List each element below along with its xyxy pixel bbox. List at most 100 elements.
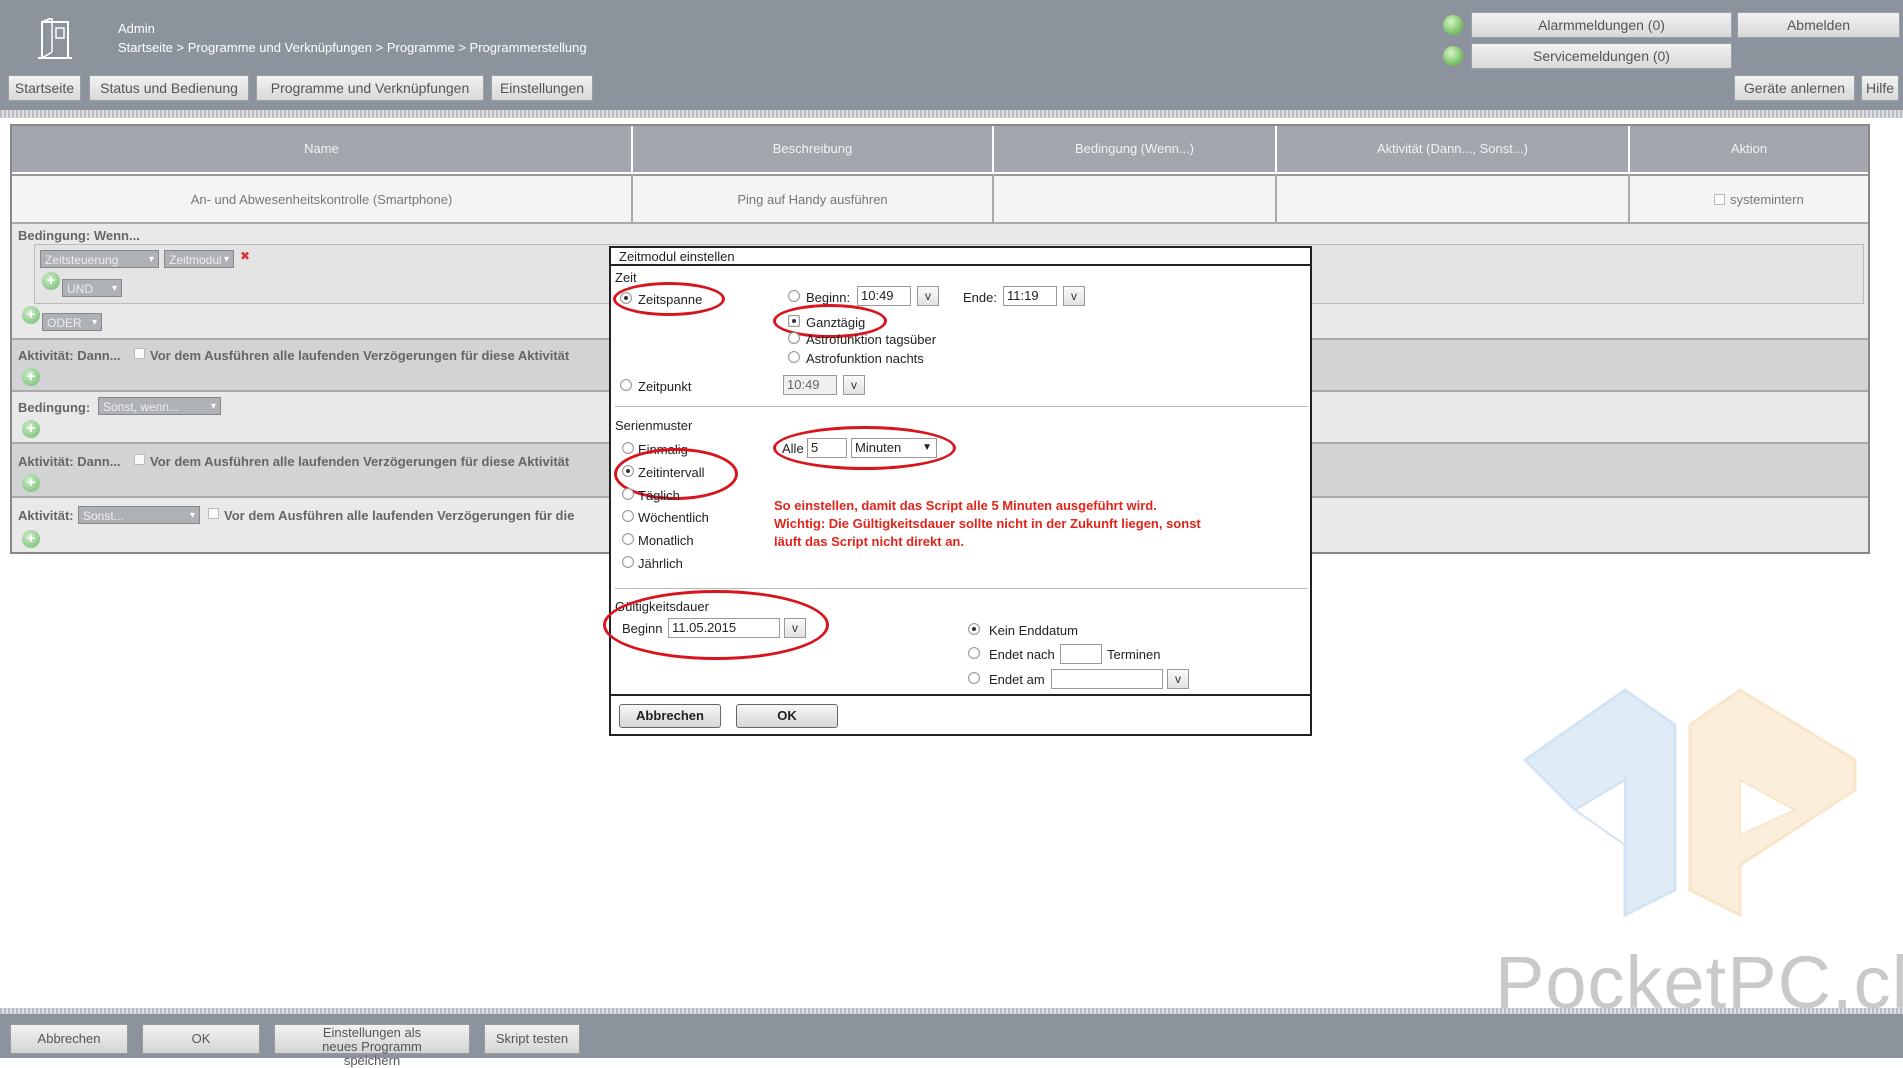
dialog-cancel-button[interactable]: Abbrechen [619, 704, 721, 728]
annotation-ring-zeitspanne [613, 282, 725, 316]
add-activity2-icon[interactable]: + [22, 474, 40, 492]
monatlich-radio[interactable] [622, 533, 634, 545]
endet-am-radio[interactable] [968, 672, 980, 684]
endet-nach-label: Endet nach [989, 647, 1055, 662]
condition-label: Bedingung: Wenn... [18, 228, 140, 243]
zeitpunkt-time-input[interactable]: 10:49 [783, 375, 837, 395]
divider-validity [615, 588, 1308, 589]
delay2-checkbox[interactable] [134, 454, 145, 465]
taeglich-label: Täglich [638, 488, 680, 503]
systemintern-label: systemintern [1730, 192, 1804, 207]
endet-am-label: Endet am [989, 672, 1045, 687]
alarm-status-icon [1443, 15, 1463, 35]
service-status-icon [1443, 46, 1463, 66]
save-as-new-program-button[interactable]: Einstellungen als neues Programm speiche… [274, 1024, 470, 1068]
note-line-3: läuft das Script nicht direkt an. [774, 534, 964, 549]
nav-startseite[interactable]: Startseite [8, 75, 81, 101]
astro-night-label: Astrofunktion nachts [806, 351, 924, 366]
user-name: Admin [118, 21, 155, 36]
column-header-description: Beschreibung [633, 126, 994, 172]
jaehrlich-radio[interactable] [622, 556, 634, 568]
serienmuster-heading: Serienmuster [615, 418, 693, 433]
ende-time-input[interactable]: 11:19 [1003, 286, 1057, 306]
nav-status-bedienung[interactable]: Status und Bedienung [89, 75, 249, 101]
logout-button[interactable]: Abmelden [1737, 12, 1900, 38]
taeglich-radio[interactable] [622, 488, 634, 500]
add-or-condition-icon[interactable]: + [22, 306, 40, 324]
else-if-select[interactable]: Sonst, wenn... [98, 397, 221, 416]
or-select[interactable]: ODER [42, 313, 102, 332]
dialog-ok-button[interactable]: OK [736, 704, 838, 728]
ende-time-dropdown[interactable]: v [1063, 286, 1085, 306]
time-module-dialog: Zeitmodul einstellen Zeit Zeitspanne Beg… [603, 246, 1312, 736]
column-header-condition: Bedingung (Wenn...) [994, 126, 1277, 172]
beginn-time-dropdown[interactable]: v [917, 286, 939, 306]
woechentlich-label: Wöchentlich [638, 510, 709, 525]
woechentlich-radio[interactable] [622, 510, 634, 522]
endet-am-dropdown[interactable]: v [1167, 669, 1189, 689]
trigger-select[interactable]: Zeitsteuerung [40, 250, 159, 269]
einmalig-radio[interactable] [622, 442, 634, 454]
astro-night-radio[interactable] [788, 351, 800, 363]
jaehrlich-label: Jährlich [638, 556, 683, 571]
activity-then-label: Aktivität: Dann... [18, 348, 121, 363]
app-logo-icon [38, 17, 76, 62]
program-name-cell[interactable]: An- und Abwesenheitskontrolle (Smartphon… [12, 174, 633, 222]
else-select[interactable]: Sonst... [78, 506, 200, 525]
annotation-ring-interval [773, 426, 956, 470]
program-description-cell[interactable]: Ping auf Handy ausführen [633, 174, 994, 222]
else-condition-label: Bedingung: [18, 400, 91, 415]
add-activity-icon[interactable]: + [22, 368, 40, 386]
zeitpunkt-radio[interactable] [620, 379, 632, 391]
program-activity-cell [1277, 174, 1630, 222]
and-select[interactable]: UND [62, 279, 122, 298]
add-and-condition-icon[interactable]: + [42, 272, 60, 290]
note-line-2: Wichtig: Die Gültigkeitsdauer sollte nic… [774, 516, 1201, 531]
nav-programme[interactable]: Programme und Verknüpfungen [256, 75, 484, 101]
footer-ok-button[interactable]: OK [142, 1024, 260, 1054]
pocketpc-logo-icon [1515, 670, 1865, 920]
annotation-ring-validity [603, 590, 829, 660]
program-action-cell: systemintern [1630, 174, 1868, 222]
test-script-button[interactable]: Skript testen [484, 1024, 580, 1054]
alarm-messages-button[interactable]: Alarmmeldungen (0) [1471, 12, 1732, 38]
beginn-time-input[interactable]: 10:49 [857, 286, 911, 306]
delay3-checkbox[interactable] [208, 508, 219, 519]
column-header-activity: Aktivität (Dann..., Sonst...) [1277, 126, 1630, 172]
delay-label: Vor dem Ausführen alle laufenden Verzöge… [150, 348, 570, 363]
astro-day-label: Astrofunktion tagsüber [806, 332, 937, 347]
remove-icon[interactable]: ✖ [240, 249, 250, 263]
activity-else-label: Aktivität: [18, 508, 74, 523]
note-line-1: So einstellen, damit das Script alle 5 M… [774, 498, 1157, 513]
nav-einstellungen[interactable]: Einstellungen [491, 75, 593, 101]
astro-day-radio[interactable] [788, 332, 800, 344]
add-else-if-icon[interactable]: + [22, 420, 40, 438]
beginn-label: Beginn: [806, 290, 851, 305]
delay-checkbox[interactable] [134, 348, 145, 359]
systemintern-checkbox[interactable] [1714, 194, 1725, 205]
column-header-name: Name [12, 126, 633, 172]
dialog-title: Zeitmodul einstellen [611, 248, 1310, 266]
zeit-heading: Zeit [615, 270, 637, 285]
time-module-button[interactable]: Zeitmodul [164, 250, 234, 269]
breadcrumb[interactable]: Startseite > Programme und Verknüpfungen… [118, 40, 587, 55]
beginn-radio[interactable] [788, 290, 800, 302]
footer-cancel-button[interactable]: Abbrechen [10, 1024, 128, 1054]
kein-enddatum-radio[interactable] [968, 623, 980, 635]
zeitpunkt-time-dropdown[interactable]: v [843, 375, 865, 395]
monatlich-label: Monatlich [638, 533, 694, 548]
endet-am-input[interactable] [1051, 669, 1163, 689]
service-messages-button[interactable]: Servicemeldungen (0) [1471, 43, 1732, 69]
help-button[interactable]: Hilfe [1861, 75, 1899, 101]
program-condition-cell [994, 174, 1277, 222]
delay3-label: Vor dem Ausführen alle laufenden Verzöge… [224, 508, 575, 523]
column-header-action: Aktion [1630, 126, 1868, 172]
header-divider [0, 110, 1903, 118]
ende-label: Ende: [963, 290, 997, 305]
kein-enddatum-label: Kein Enddatum [989, 623, 1078, 638]
endet-nach-radio[interactable] [968, 647, 980, 659]
zeitpunkt-label: Zeitpunkt [638, 379, 692, 394]
add-else-activity-icon[interactable]: + [22, 530, 40, 548]
endet-nach-input[interactable] [1060, 644, 1102, 664]
teach-devices-button[interactable]: Geräte anlernen [1734, 75, 1855, 101]
